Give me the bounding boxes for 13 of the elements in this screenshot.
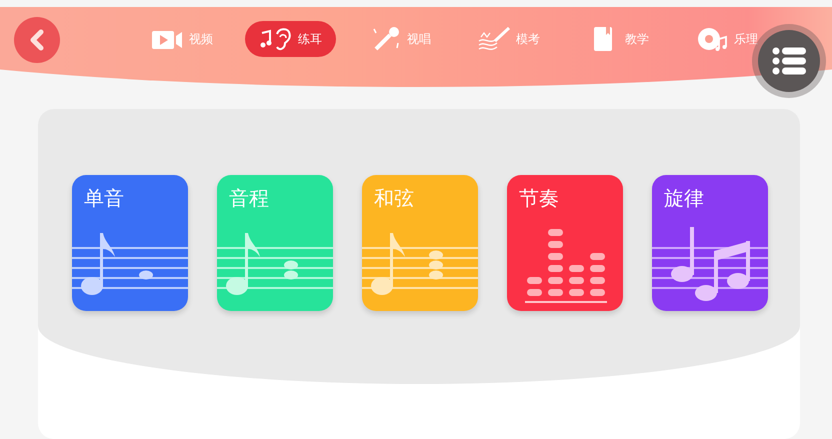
category-card[interactable]: 单音 [72, 175, 188, 311]
menu-icon [772, 46, 806, 76]
nav-tab[interactable]: 练耳 [245, 21, 336, 57]
category-card[interactable]: 节奏 [507, 175, 623, 311]
pen-writing-icon [477, 25, 513, 53]
nav-tab[interactable]: 模考 [463, 21, 554, 57]
nav-tab[interactable]: 视频 [136, 21, 227, 57]
category-card[interactable]: 旋律 [652, 175, 768, 311]
category-card[interactable]: 和弦 [362, 175, 478, 311]
category-card[interactable]: 音程 [217, 175, 333, 311]
back-button[interactable] [14, 17, 60, 63]
nav-tab[interactable]: 视唱 [354, 21, 445, 57]
nav-tab[interactable]: 教学 [572, 21, 663, 57]
